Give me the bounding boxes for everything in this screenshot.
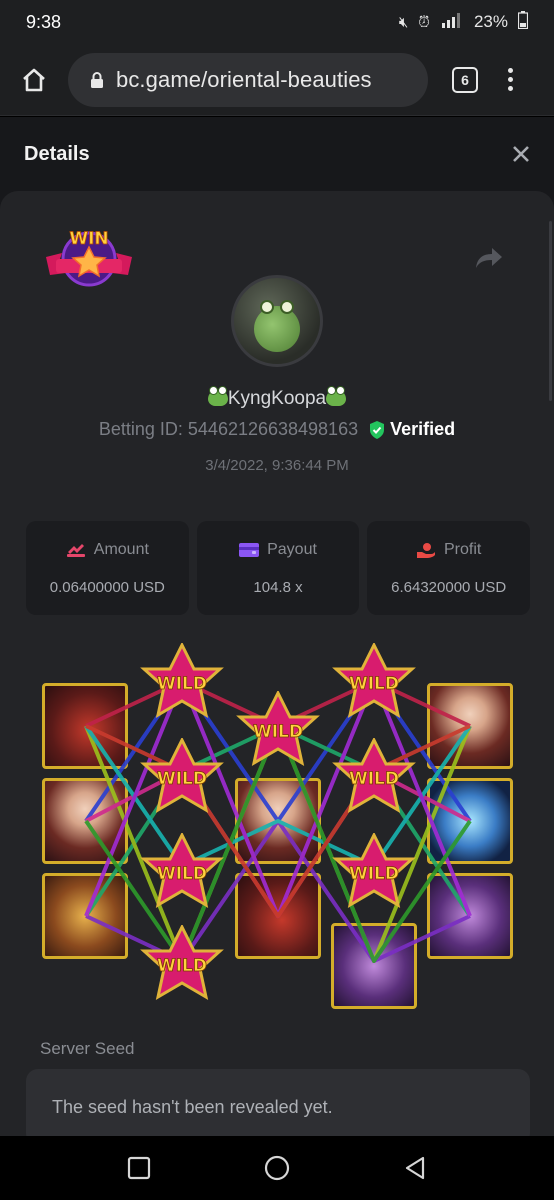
betting-id-label: Betting ID: xyxy=(98,419,183,439)
wild-symbol: WILD xyxy=(332,833,416,909)
wild-symbol: WILD xyxy=(140,925,224,1001)
svg-text:WILD: WILD xyxy=(349,769,399,789)
status-time: 9:38 xyxy=(26,11,62,32)
details-page: Details WIN KyngKoopa Betting ID: 544621… xyxy=(0,117,554,1136)
svg-text:WILD: WILD xyxy=(349,674,399,694)
svg-text:WILD: WILD xyxy=(349,864,399,884)
close-icon xyxy=(513,146,529,162)
username-text: KyngKoopa xyxy=(227,388,327,409)
betting-id-value: 54462126638498163 xyxy=(187,419,359,439)
wild-symbol: WILD xyxy=(332,643,416,719)
browser-menu-button[interactable] xyxy=(508,68,513,91)
wild-symbol: WILD xyxy=(140,738,224,814)
system-nav-bar xyxy=(0,1136,554,1200)
stat-label: Payout xyxy=(267,541,317,558)
back-button[interactable] xyxy=(402,1155,428,1181)
alarm-icon: ⏰︎ xyxy=(418,13,430,31)
svg-text:WILD: WILD xyxy=(157,956,207,976)
avatar xyxy=(231,275,323,367)
betting-id-row: Betting ID: 54462126638498163 Verified xyxy=(0,419,554,440)
wild-symbol: WILD xyxy=(140,643,224,719)
stat-value: 104.8 x xyxy=(253,579,303,596)
stat-payout: Payout 104.8 x xyxy=(196,521,360,615)
stats-row: Amount 0.06400000 USD Payout 104.8 x Pro… xyxy=(26,521,531,615)
verified-badge: Verified xyxy=(368,419,455,440)
verified-label: Verified xyxy=(390,419,456,439)
details-title: Details xyxy=(24,142,90,165)
mute-icon: 🔇︎ xyxy=(398,13,409,31)
lock-icon xyxy=(91,71,103,88)
avatar-frog-image xyxy=(254,300,300,352)
home-button[interactable] xyxy=(14,60,54,100)
server-seed-box: The seed hasn't been revealed yet. xyxy=(26,1069,530,1136)
stat-value: 6.64320000 USD xyxy=(391,579,507,596)
menu-dot xyxy=(508,86,513,91)
svg-text:WILD: WILD xyxy=(253,722,303,742)
server-seed-label: Server Seed xyxy=(40,1039,135,1058)
home-nav-button[interactable] xyxy=(263,1154,291,1182)
close-button[interactable] xyxy=(512,140,530,168)
win-badge-icon: WIN xyxy=(46,229,132,287)
share-icon[interactable] xyxy=(474,245,504,271)
stat-amount: Amount 0.06400000 USD xyxy=(26,521,189,615)
menu-dot xyxy=(508,77,513,82)
svg-text:WILD: WILD xyxy=(157,674,207,694)
frog-emoji-icon xyxy=(326,386,347,406)
frog-emoji-icon xyxy=(207,386,228,406)
svg-text:WILD: WILD xyxy=(157,769,207,789)
wild-symbol: WILD xyxy=(236,691,320,767)
win-badge-text: WIN xyxy=(69,229,108,249)
scrollbar[interactable] xyxy=(549,221,552,401)
bet-detail-card: WIN KyngKoopa Betting ID: 54462126638498… xyxy=(0,191,554,1136)
battery-percent: 23% xyxy=(473,12,508,31)
stat-label: Amount xyxy=(93,541,149,558)
browser-toolbar: bc.game/oriental-beauties 6 xyxy=(0,44,554,116)
details-header: Details xyxy=(0,117,554,191)
wild-symbol: WILD xyxy=(140,833,224,909)
tab-switcher-button[interactable]: 6 xyxy=(452,66,478,93)
wallet-icon xyxy=(239,543,260,557)
stat-profit: Profit 6.64320000 USD xyxy=(367,521,531,615)
server-seed-message: The seed hasn't been revealed yet. xyxy=(52,1096,333,1117)
svg-text:WILD: WILD xyxy=(157,864,207,884)
username: KyngKoopa xyxy=(0,386,554,410)
stat-value: 0.06400000 USD xyxy=(49,579,165,596)
address-bar[interactable]: bc.game/oriental-beauties xyxy=(68,52,428,107)
url-text: bc.game/oriental-beauties xyxy=(116,66,372,92)
shield-check-icon xyxy=(370,420,385,439)
home-icon xyxy=(23,68,45,91)
recents-button[interactable] xyxy=(126,1155,152,1181)
menu-dot xyxy=(508,68,513,73)
slot-result-grid: WILD WILD WILD WILD WILD WILD WILD WILD xyxy=(40,641,516,1011)
wild-symbol: WILD xyxy=(332,738,416,814)
status-bar: 9:38 🔇︎ ⏰︎ 23% xyxy=(0,0,554,44)
profit-icon xyxy=(417,543,435,558)
stat-label: Profit xyxy=(444,541,482,558)
status-icons: 🔇︎ ⏰︎ 23% xyxy=(398,11,529,33)
bet-timestamp: 3/4/2022, 9:36:44 PM xyxy=(205,457,349,474)
battery-icon xyxy=(517,11,529,33)
amount-icon xyxy=(66,544,85,557)
signal-icon xyxy=(440,12,464,32)
